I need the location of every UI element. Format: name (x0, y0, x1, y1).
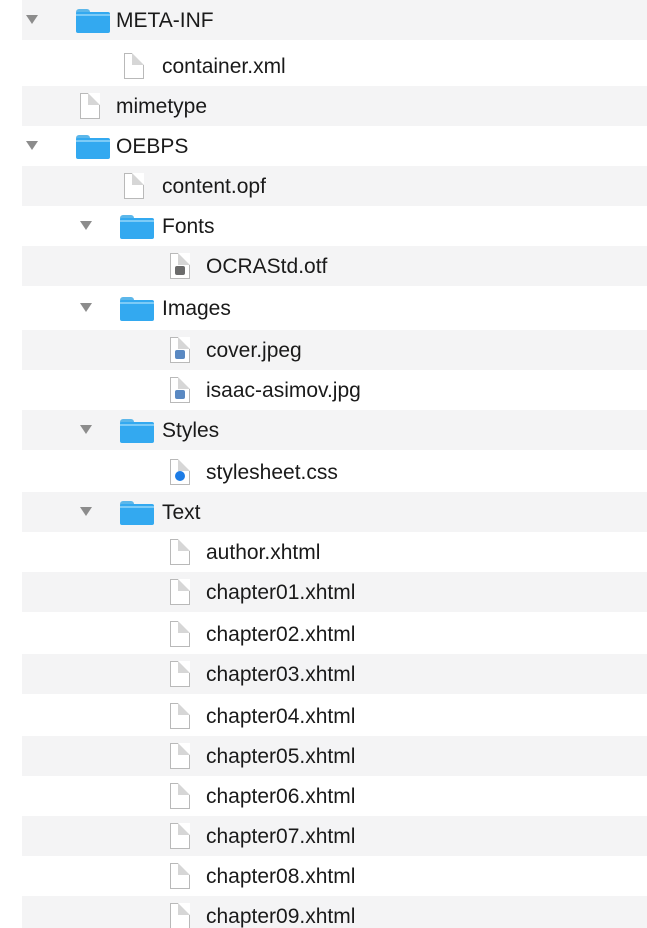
disclosure-triangle-icon[interactable] (26, 15, 38, 24)
document-icon (170, 823, 190, 849)
tree-row-content-opf[interactable]: content.opf (22, 166, 647, 206)
tree-item-label: Styles (162, 419, 220, 442)
tree-row-author-xhtml[interactable]: author.xhtml (22, 532, 647, 572)
document-icon (80, 93, 100, 119)
image-file-icon (170, 337, 190, 363)
tree-row-images[interactable]: Images (22, 288, 647, 328)
tree-row-cover-jpeg[interactable]: cover.jpeg (22, 330, 647, 370)
disclosure-triangle-icon[interactable] (26, 141, 38, 150)
folder-icon (76, 9, 110, 33)
tree-item-label: isaac-asimov.jpg (206, 379, 361, 402)
document-icon (124, 173, 144, 199)
tree-item-label: chapter06.xhtml (206, 785, 356, 808)
tree-row-oebps[interactable]: OEBPS (22, 126, 647, 166)
tree-item-label: stylesheet.css (206, 461, 338, 484)
image-file-icon (170, 377, 190, 403)
document-icon (170, 783, 190, 809)
tree-row-chapter03-xhtml[interactable]: chapter03.xhtml (22, 654, 647, 694)
tree-row-chapter01-xhtml[interactable]: chapter01.xhtml (22, 572, 647, 612)
folder-icon (120, 419, 154, 443)
tree-item-label: chapter02.xhtml (206, 623, 356, 646)
tree-item-label: chapter05.xhtml (206, 745, 356, 768)
document-icon (170, 863, 190, 889)
tree-item-label: chapter09.xhtml (206, 905, 356, 928)
document-icon (124, 53, 144, 79)
tree-item-label: content.opf (162, 175, 266, 198)
disclosure-triangle-icon[interactable] (80, 221, 92, 230)
tree-item-label: chapter04.xhtml (206, 705, 356, 728)
tree-row-chapter07-xhtml[interactable]: chapter07.xhtml (22, 816, 647, 856)
tree-item-label: mimetype (116, 95, 208, 118)
tree-row-chapter05-xhtml[interactable]: chapter05.xhtml (22, 736, 647, 776)
css-file-icon (170, 459, 190, 485)
disclosure-triangle-icon[interactable] (80, 303, 92, 312)
tree-row-chapter08-xhtml[interactable]: chapter08.xhtml (22, 856, 647, 896)
tree-item-label: cover.jpeg (206, 339, 302, 362)
tree-row-text[interactable]: Text (22, 492, 647, 532)
tree-row-isaac-asimov-jpg[interactable]: isaac-asimov.jpg (22, 370, 647, 410)
document-icon (170, 621, 190, 647)
folder-icon (120, 501, 154, 525)
tree-item-label: author.xhtml (206, 541, 321, 564)
tree-row-stylesheet-css[interactable]: stylesheet.css (22, 452, 647, 492)
tree-item-label: Fonts (162, 215, 215, 238)
tree-row-chapter04-xhtml[interactable]: chapter04.xhtml (22, 696, 647, 736)
tree-item-label: Text (162, 501, 201, 524)
tree-item-label: OCRAStd.otf (206, 255, 328, 278)
tree-row-chapter02-xhtml[interactable]: chapter02.xhtml (22, 614, 647, 654)
disclosure-triangle-icon[interactable] (80, 425, 92, 434)
document-icon (170, 703, 190, 729)
tree-row-chapter09-xhtml[interactable]: chapter09.xhtml (22, 896, 647, 928)
tree-item-label: OEBPS (116, 135, 189, 158)
folder-icon (120, 297, 154, 321)
folder-icon (76, 135, 110, 159)
document-icon (170, 661, 190, 687)
tree-row-mimetype[interactable]: mimetype (22, 86, 647, 126)
tree-row-meta-inf[interactable]: META-INF (22, 0, 647, 40)
folder-icon (120, 215, 154, 239)
document-icon (170, 539, 190, 565)
document-icon (170, 903, 190, 928)
tree-row-fonts[interactable]: Fonts (22, 206, 647, 246)
document-icon (170, 579, 190, 605)
tree-item-label: chapter08.xhtml (206, 865, 356, 888)
tree-item-label: container.xml (162, 55, 286, 78)
tree-row-container-xml[interactable]: container.xml (22, 46, 647, 86)
tree-row-chapter06-xhtml[interactable]: chapter06.xhtml (22, 776, 647, 816)
tree-row-styles[interactable]: Styles (22, 410, 647, 450)
tree-item-label: chapter03.xhtml (206, 663, 356, 686)
disclosure-triangle-icon[interactable] (80, 507, 92, 516)
document-icon (170, 743, 190, 769)
tree-item-label: chapter07.xhtml (206, 825, 356, 848)
font-file-icon (170, 253, 190, 279)
tree-item-label: Images (162, 297, 231, 320)
tree-item-label: chapter01.xhtml (206, 581, 356, 604)
tree-row-ocrastd-otf[interactable]: OCRAStd.otf (22, 246, 647, 286)
file-tree: META-INF container.xml mimetype OEBPS co… (22, 0, 647, 928)
tree-item-label: META-INF (116, 9, 214, 32)
